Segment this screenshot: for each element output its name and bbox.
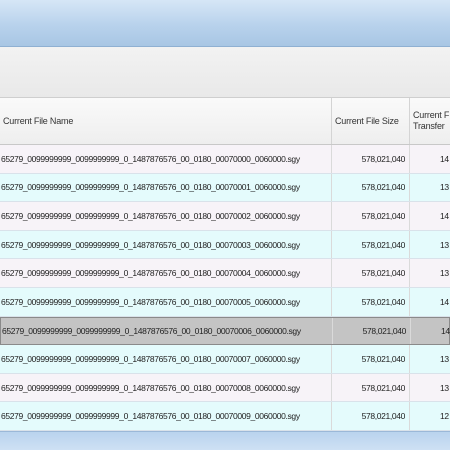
table-row[interactable]: 65279_0099999999_0099999999_0_1487876576… [0,316,450,346]
transferred-cell: 13 [440,353,449,364]
table-row[interactable]: 65279_0099999999_0099999999_0_1487876576… [0,402,450,431]
column-header-current-file-size[interactable]: Current File Size [332,98,410,144]
app-window: Current File Name Current File Size Curr… [0,0,450,450]
file-name-cell: 65279_0099999999_0099999999_0_1487876576… [1,317,333,345]
transferred-cell: 14 [440,210,449,221]
file-size-cell: 578,021,040 [332,145,410,173]
file-name-cell: 65279_0099999999_0099999999_0_1487876576… [0,173,332,202]
file-size-cell: 578,021,040 [332,287,410,316]
file-size-cell: 578,021,040 [333,317,411,345]
table-row[interactable]: 65279_0099999999_0099999999_0_1487876576… [0,287,450,317]
file-size-cell: 578,021,040 [332,259,410,287]
transferred-cell: 13 [440,239,449,250]
grid-header: Current File Name Current File Size Curr… [0,98,450,145]
table-row[interactable]: 65279_0099999999_0099999999_0_1487876576… [0,145,450,174]
transfer-grid[interactable]: Current File Name Current File Size Curr… [0,98,450,431]
file-name-cell: 65279_0099999999_0099999999_0_1487876576… [0,287,332,316]
file-size-cell: 578,021,040 [332,202,410,230]
transferred-cell: 13 [440,268,449,279]
file-size-cell: 578,021,040 [332,345,410,373]
transferred-cell: 14 [440,296,449,307]
file-name-cell: 65279_0099999999_0099999999_0_1487876576… [0,230,332,259]
file-name-cell: 65279_0099999999_0099999999_0_1487876576… [0,373,332,402]
file-name-cell: 65279_0099999999_0099999999_0_1487876576… [0,202,332,230]
table-row[interactable]: 65279_0099999999_0099999999_0_1487876576… [0,345,450,374]
file-name-cell: 65279_0099999999_0099999999_0_1487876576… [0,345,332,373]
file-size-cell: 578,021,040 [332,173,410,202]
table-row[interactable]: 65279_0099999999_0099999999_0_1487876576… [0,259,450,288]
table-row[interactable]: 65279_0099999999_0099999999_0_1487876576… [0,202,450,231]
file-size-cell: 578,021,040 [332,230,410,259]
grid-rows: 65279_0099999999_0099999999_0_1487876576… [0,145,450,431]
column-header-current-file-transferred[interactable]: Current F Transfer [410,98,450,144]
toolbar-area [0,47,450,98]
transferred-cell: 14 [440,153,449,164]
column-header-label-line2: Transfer [413,121,445,131]
table-row[interactable]: 65279_0099999999_0099999999_0_1487876576… [0,173,450,203]
transferred-cell: 12 [440,411,449,422]
file-name-cell: 65279_0099999999_0099999999_0_1487876576… [0,259,332,287]
file-size-cell: 578,021,040 [332,373,410,402]
table-row[interactable]: 65279_0099999999_0099999999_0_1487876576… [0,230,450,260]
file-name-cell: 65279_0099999999_0099999999_0_1487876576… [0,402,332,430]
file-size-cell: 578,021,040 [332,402,410,430]
file-name-cell: 65279_0099999999_0099999999_0_1487876576… [0,145,332,173]
column-header-current-file-name[interactable]: Current File Name [0,98,332,144]
window-bottom-border [0,431,450,450]
transferred-cell: 14 [441,325,450,336]
transferred-cell: 13 [440,182,449,193]
column-header-label-line1: Current F [413,110,450,120]
table-row[interactable]: 65279_0099999999_0099999999_0_1487876576… [0,373,450,403]
window-titlebar[interactable] [0,0,450,47]
transferred-cell: 13 [440,382,449,393]
